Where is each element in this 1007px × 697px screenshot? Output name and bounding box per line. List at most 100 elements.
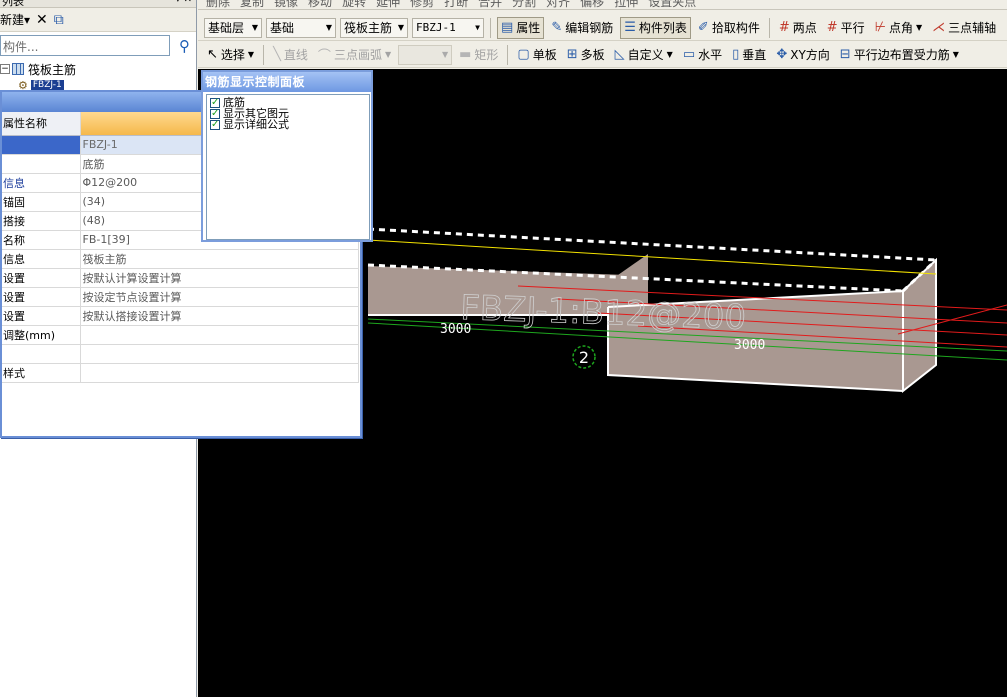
edit-tool-button[interactable]: 分割: [512, 0, 536, 9]
horizontal-icon: ▭: [682, 47, 696, 62]
delete-icon[interactable]: ✕: [36, 12, 48, 28]
properties-icon: ▤: [501, 20, 514, 35]
line-button[interactable]: ╲ 直线: [270, 44, 311, 66]
property-name: 信息: [2, 249, 81, 269]
edit-tool-button[interactable]: 移动: [308, 0, 332, 9]
edit-tool-button[interactable]: 旋转: [342, 0, 366, 9]
tree-item-label: 筏板主筋: [28, 62, 77, 77]
edit-rebar-button[interactable]: ✎ 编辑钢筋: [548, 17, 616, 39]
arc-mode-select[interactable]: ▼: [398, 44, 453, 65]
property-value[interactable]: 按默认搭接设置计算: [80, 306, 359, 326]
parallel-button[interactable]: # 平行: [824, 17, 868, 39]
category-select[interactable]: 基础 ▼: [266, 17, 336, 38]
edit-tool-button[interactable]: 延伸: [376, 0, 400, 9]
select-button[interactable]: ↖ 选择 ▼: [204, 44, 257, 66]
pencil-icon: ✎: [551, 20, 563, 35]
property-value[interactable]: [80, 344, 359, 364]
type-select[interactable]: 筏板主筋 ▼: [340, 17, 408, 38]
new-component-button[interactable]: 新建 ▾: [0, 11, 30, 28]
edit-rebar-label: 编辑钢筋: [565, 21, 614, 35]
edit-tool-button[interactable]: 删除: [206, 0, 230, 9]
property-row[interactable]: 信息 筏板主筋: [2, 249, 359, 269]
custom-button[interactable]: ◺ 自定义 ▼: [612, 44, 676, 66]
single-slab-label: 单板: [532, 48, 557, 62]
collapse-icon[interactable]: −: [0, 64, 10, 74]
property-row[interactable]: 设置 按设定节点设置计算: [2, 287, 359, 307]
tree-item-raft-main-rebar[interactable]: − 筏板主筋: [0, 61, 196, 77]
property-value[interactable]: 按默认计算设置计算: [80, 268, 359, 288]
edit-tool-button[interactable]: 修剪: [410, 0, 434, 9]
vertical-button[interactable]: ▯ 垂直: [729, 44, 769, 66]
chevron-down-icon: ▼: [247, 50, 255, 59]
type-select-value: 筏板主筋: [344, 21, 393, 35]
three-point-axis-button[interactable]: ⋌ 三点辅轴: [929, 17, 999, 39]
property-name: 名称: [2, 230, 81, 250]
property-name: 信息: [2, 173, 81, 193]
property-name: 调整(mm): [2, 325, 81, 345]
edit-tool-button[interactable]: 偏移: [580, 0, 604, 9]
chevron-down-icon: ▼: [384, 50, 392, 59]
property-value[interactable]: 筏板主筋: [80, 249, 359, 269]
edit-tool-button[interactable]: 设置夹点: [648, 0, 696, 9]
xy-direction-label: XY方向: [790, 48, 830, 62]
edit-tool-button[interactable]: 复制: [240, 0, 264, 9]
parallel-label: 平行: [840, 21, 865, 35]
search-icon[interactable]: ⚲: [179, 37, 190, 55]
arc-button[interactable]: ⌒ 三点画弧 ▼: [315, 44, 394, 66]
edit-tool-button[interactable]: 拉伸: [614, 0, 638, 9]
grid-icon: [12, 63, 24, 75]
edit-tool-button[interactable]: 打断: [444, 0, 468, 9]
property-value[interactable]: [80, 325, 359, 345]
multi-slab-button[interactable]: ⊞ 多板: [564, 44, 608, 66]
checkbox[interactable]: [210, 97, 220, 108]
edit-tool-button[interactable]: 对齐: [546, 0, 570, 9]
rebar-option[interactable]: 显示详细公式: [210, 119, 366, 130]
parallel-axis-icon: #: [826, 20, 838, 35]
parallel-edge-button[interactable]: ⊟ 平行边布置受力筋 ▼: [837, 44, 962, 66]
copy-icon[interactable]: ⧉: [54, 12, 64, 28]
property-row[interactable]: 样式: [2, 363, 359, 383]
checkbox[interactable]: [210, 108, 220, 119]
component-list-button[interactable]: ☰ 构件列表: [620, 16, 691, 39]
header-name: 属性名称: [2, 112, 81, 136]
property-value[interactable]: 按设定节点设置计算: [80, 287, 359, 307]
single-slab-button[interactable]: ▢ 单板: [514, 44, 559, 66]
properties-button[interactable]: ▤ 属性: [497, 16, 545, 39]
search-input[interactable]: 构件...: [0, 35, 170, 56]
component-select[interactable]: FBZJ-1 ▼: [412, 17, 484, 38]
two-point-label: 两点: [792, 21, 817, 35]
close-icon[interactable]: ▾ ✕: [175, 0, 192, 5]
property-row[interactable]: 设置 按默认搭接设置计算: [2, 306, 359, 326]
two-point-button[interactable]: # 两点: [776, 17, 820, 39]
property-name: 锚固: [2, 192, 81, 212]
parallel-edge-label: 平行边布置受力筋: [853, 48, 950, 62]
three-point-axis-label: 三点辅轴: [948, 21, 997, 35]
eyedropper-icon: ✐: [697, 20, 709, 35]
pick-component-label: 拾取构件: [711, 21, 760, 35]
select-label: 选择: [220, 48, 245, 62]
floor-select[interactable]: 基础层 ▼: [204, 17, 262, 38]
line-icon: ╲: [273, 47, 281, 62]
checkbox[interactable]: [210, 119, 220, 130]
property-row[interactable]: [2, 344, 359, 364]
property-value[interactable]: [80, 363, 359, 383]
chevron-down-icon: ▼: [441, 50, 449, 59]
pick-component-button[interactable]: ✐ 拾取构件: [695, 17, 763, 39]
property-row[interactable]: 设置 按默认计算设置计算: [2, 268, 359, 288]
axis-label: 2: [579, 348, 589, 367]
line-label: 直线: [283, 48, 308, 62]
property-name: 设置: [2, 287, 81, 307]
point-angle-button[interactable]: ⊬ 点角 ▼: [872, 17, 926, 39]
edit-tool-button[interactable]: 镜像: [274, 0, 298, 9]
xy-direction-button[interactable]: ✥ XY方向: [773, 44, 832, 66]
list-icon: ☰: [624, 20, 636, 35]
rectangle-button[interactable]: ▬ 矩形: [456, 44, 501, 66]
horizontal-button[interactable]: ▭ 水平: [680, 44, 725, 66]
property-row[interactable]: 调整(mm): [2, 325, 359, 345]
component-select-value: FBZJ-1: [416, 21, 456, 34]
rebar-panel-title[interactable]: 钢筋显示控制面板: [203, 72, 371, 92]
rebar-display-panel[interactable]: 钢筋显示控制面板 底筋显示其它图元显示详细公式: [201, 70, 373, 242]
chevron-down-icon: ▼: [325, 23, 332, 32]
cursor-icon: ↖: [207, 47, 218, 62]
edit-tool-button[interactable]: 合并: [478, 0, 502, 9]
